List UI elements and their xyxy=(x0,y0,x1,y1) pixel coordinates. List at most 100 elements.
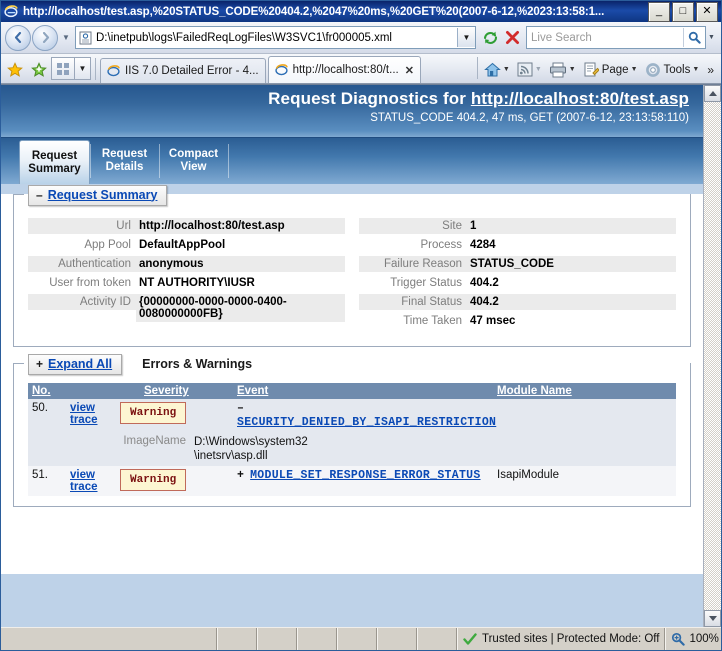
status-pane-1 xyxy=(217,628,257,650)
page-document-icon xyxy=(76,31,94,45)
summary-row-site-value: 1 xyxy=(467,218,676,234)
home-icon xyxy=(484,62,501,78)
search-provider-caret[interactable]: ▼ xyxy=(706,34,717,41)
security-zone-pane[interactable]: Trusted sites | Protected Mode: Off xyxy=(457,628,665,650)
print-button[interactable]: ▼ xyxy=(547,59,581,81)
scroll-up-button[interactable] xyxy=(704,85,721,102)
errors-warnings-panel: + Expand All Errors & Warnings No. Sever… xyxy=(13,363,691,507)
page-caret-icon[interactable]: ▼ xyxy=(631,66,638,73)
status-message-pane xyxy=(1,628,217,650)
status-pane-4 xyxy=(337,628,377,650)
close-tab-icon[interactable]: ✕ xyxy=(405,64,414,77)
home-caret-icon[interactable]: ▼ xyxy=(503,66,510,73)
vertical-scrollbar[interactable] xyxy=(703,85,721,627)
page-content: Request Diagnostics for http://localhost… xyxy=(1,85,703,627)
tab-request-details[interactable]: Request Details xyxy=(90,138,159,184)
browser-tab-1[interactable]: http://localhost:80/t... ✕ xyxy=(268,56,421,83)
tab-command-bar: ▼ IIS 7.0 Detailed Error - 4... http://l… xyxy=(1,54,721,84)
zoom-magnifier-icon xyxy=(671,632,685,646)
summary-row-failure-reason-label: Failure Reason xyxy=(359,256,467,272)
summary-row-process-label: Process xyxy=(359,237,467,253)
forward-button[interactable] xyxy=(32,25,58,51)
expand-icon: + xyxy=(36,358,43,370)
page-menu-button[interactable]: Page ▼ xyxy=(581,59,643,81)
feeds-caret-icon[interactable]: ▼ xyxy=(535,66,542,73)
summary-row-time-taken: Time Taken 47 msec xyxy=(359,313,676,332)
favorites-center-icon[interactable] xyxy=(3,56,27,83)
row-1-module-name: IsapiModule xyxy=(493,466,676,496)
summary-row-time-taken-value: 47 msec xyxy=(467,313,676,329)
row-1-view-trace[interactable]: view trace xyxy=(66,466,116,496)
status-pane-6 xyxy=(417,628,457,650)
title-bar: http://localhost/test.asp,%20STATUS_CODE… xyxy=(1,1,721,22)
tab-request-summary-line2: Summary xyxy=(28,163,80,176)
search-box[interactable] xyxy=(526,26,706,49)
ie-page-icon xyxy=(275,63,289,77)
row-0-view-trace[interactable]: view trace xyxy=(66,399,116,432)
row-0-event-toggle-icon[interactable]: – xyxy=(237,402,244,415)
row-0-detail-value-line2: \inetsrv\asp.dll xyxy=(194,449,308,463)
row-0-view-trace-line2[interactable]: trace xyxy=(70,414,112,426)
feeds-button[interactable]: ▼ xyxy=(515,59,547,81)
row-0-view-trace-line1[interactable]: view xyxy=(70,402,112,414)
tools-menu-button[interactable]: Tools ▼ xyxy=(643,59,705,81)
table-row: 51. view trace Warning + xyxy=(28,466,676,496)
zoom-control[interactable]: 100% ▼ xyxy=(665,628,722,650)
browser-tab-0[interactable]: IIS 7.0 Detailed Error - 4... xyxy=(100,58,266,83)
tab-compact-view-line1: Compact xyxy=(169,148,218,161)
row-0-detail-value-line1: D:\Windows\system32 xyxy=(194,435,308,449)
close-button[interactable]: ✕ xyxy=(696,2,718,22)
tab-compact-view[interactable]: Compact View xyxy=(159,138,228,184)
row-1-view-trace-line1[interactable]: view xyxy=(70,469,112,481)
page-subtitle: STATUS_CODE 404.2, 47 ms, GET (2007-6-12… xyxy=(1,109,689,124)
magnifier-icon[interactable] xyxy=(683,28,705,47)
row-0-event: – SECURITY_DENIED_BY_ISAPI_RESTRICTION xyxy=(233,399,676,432)
recent-pages-caret[interactable]: ▼ xyxy=(59,28,73,48)
request-summary-header: – Request Summary xyxy=(14,184,690,206)
summary-row-app-pool-label: App Pool xyxy=(28,237,136,253)
address-input[interactable]: D:\inetpub\logs\FailedReqLogFiles\W3SVC1… xyxy=(94,32,457,44)
row-0-event-link[interactable]: SECURITY_DENIED_BY_ISAPI_RESTRICTION xyxy=(237,416,496,429)
request-summary-body: Url http://localhost:80/test.asp App Poo… xyxy=(14,206,690,336)
column-header-no[interactable]: No. xyxy=(28,383,116,399)
add-to-favorites-icon[interactable] xyxy=(27,56,51,83)
print-caret-icon[interactable]: ▼ xyxy=(569,66,576,73)
status-pane-2 xyxy=(257,628,297,650)
refresh-icon[interactable] xyxy=(479,27,501,49)
summary-row-authentication: Authentication anonymous xyxy=(28,256,345,275)
scrollbar-track[interactable] xyxy=(704,102,721,610)
toolbar-overflow-icon[interactable]: » xyxy=(704,63,717,77)
tab-request-summary[interactable]: Request Summary xyxy=(19,140,90,184)
home-button[interactable]: ▼ xyxy=(482,59,515,81)
address-input-container[interactable]: D:\inetpub\logs\FailedReqLogFiles\W3SVC1… xyxy=(75,26,476,49)
activity-id-line1: {00000000-0000-0000-0400- xyxy=(139,296,341,308)
minimize-button[interactable]: _ xyxy=(648,2,670,22)
search-input[interactable] xyxy=(527,31,683,45)
summary-row-failure-reason: Failure Reason STATUS_CODE xyxy=(359,256,676,275)
request-summary-toggle-button[interactable]: – Request Summary xyxy=(28,185,167,206)
summary-row-process: Process 4284 xyxy=(359,237,676,256)
maximize-button[interactable]: □ xyxy=(672,2,694,22)
expand-all-button[interactable]: + Expand All xyxy=(28,354,122,375)
page-title: Request Diagnostics for http://localhost… xyxy=(1,85,689,109)
address-dropdown-button[interactable]: ▼ xyxy=(457,28,475,47)
row-1-view-trace-line2[interactable]: trace xyxy=(70,481,112,493)
summary-row-app-pool-value: DefaultAppPool xyxy=(136,237,345,253)
back-button[interactable] xyxy=(5,25,31,51)
column-header-event[interactable]: Event xyxy=(233,383,493,399)
request-summary-panel: – Request Summary Url http://localhost:8… xyxy=(13,194,691,347)
summary-row-trigger-status-value: 404.2 xyxy=(467,275,676,291)
quick-tabs-icon[interactable] xyxy=(51,57,75,80)
tools-caret-icon[interactable]: ▼ xyxy=(692,66,699,73)
column-header-module-name[interactable]: Module Name xyxy=(493,383,676,399)
column-header-severity[interactable]: Severity xyxy=(116,383,233,399)
stop-icon[interactable] xyxy=(501,27,523,49)
summary-row-url-value: http://localhost:80/test.asp xyxy=(136,218,345,234)
summary-row-user-from-token-value: NT AUTHORITY\IUSR xyxy=(136,275,345,291)
scroll-down-button[interactable] xyxy=(704,610,721,627)
tab-list-caret-icon[interactable]: ▼ xyxy=(75,57,91,80)
summary-row-authentication-value: anonymous xyxy=(136,256,345,272)
row-1-event-link[interactable]: MODULE_SET_RESPONSE_ERROR_STATUS xyxy=(250,469,480,482)
row-1-event-toggle-icon[interactable]: + xyxy=(237,469,244,482)
summary-row-activity-id: Activity ID {00000000-0000-0000-0400- 00… xyxy=(28,294,345,322)
